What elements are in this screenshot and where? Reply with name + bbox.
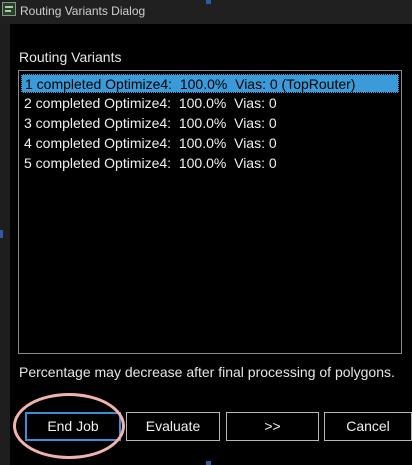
- routing-variants-dialog: Routing Variants Dialog Routing Variants…: [0, 0, 412, 465]
- list-item[interactable]: 5 completed Optimize4: 100.0% Vias: 0: [21, 154, 399, 173]
- evaluate-button[interactable]: Evaluate: [126, 412, 220, 441]
- window-edge-marker: [206, 0, 211, 4]
- window-edge-marker: [0, 230, 3, 238]
- cancel-button[interactable]: Cancel: [324, 412, 412, 441]
- list-item[interactable]: 4 completed Optimize4: 100.0% Vias: 0: [21, 134, 399, 153]
- app-icon: [2, 2, 16, 16]
- window-title: Routing Variants Dialog: [20, 4, 146, 18]
- percentage-note: Percentage may decrease after final proc…: [19, 364, 395, 380]
- window-edge-marker: [206, 461, 211, 465]
- list-item[interactable]: 2 completed Optimize4: 100.0% Vias: 0: [21, 94, 399, 113]
- list-item[interactable]: 1 completed Optimize4: 100.0% Vias: 0 (T…: [21, 74, 399, 93]
- list-item[interactable]: 3 completed Optimize4: 100.0% Vias: 0: [21, 114, 399, 133]
- routing-variants-label: Routing Variants: [19, 49, 122, 65]
- routing-variants-list[interactable]: 1 completed Optimize4: 100.0% Vias: 0 (T…: [18, 70, 402, 354]
- next-button[interactable]: >>: [226, 412, 319, 441]
- end-job-button[interactable]: End Job: [25, 412, 121, 441]
